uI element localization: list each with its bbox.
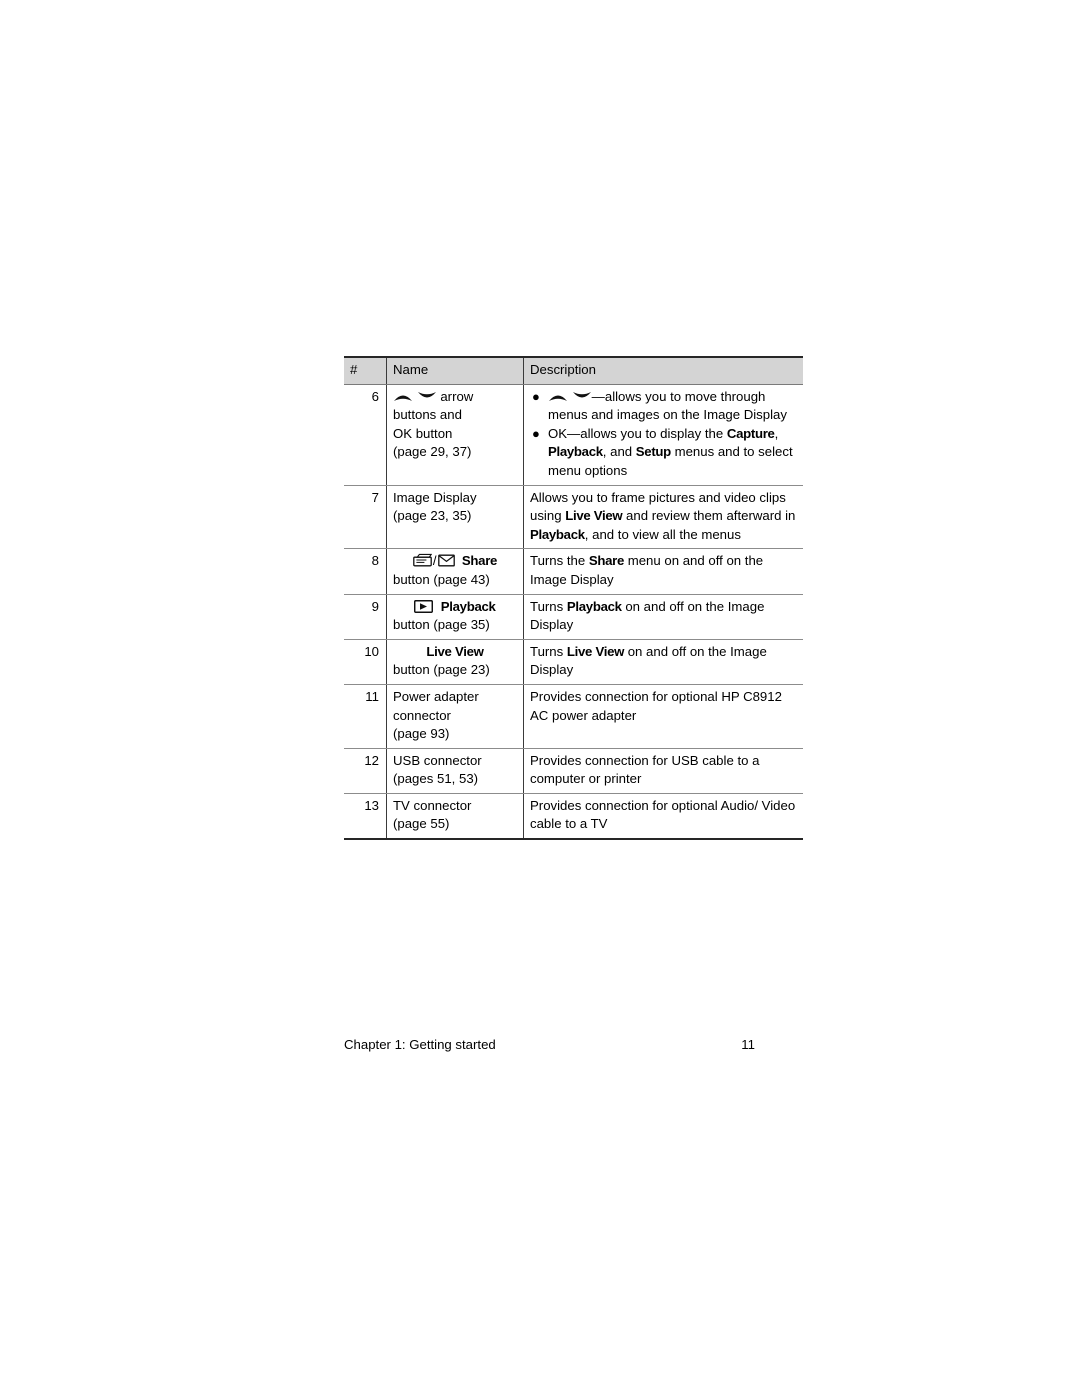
table-row: 10 Live View button (page 23) Turns Live… xyxy=(344,639,803,685)
row-description: Allows you to frame pictures and video c… xyxy=(523,485,803,550)
list-item: ● OK—allows you to display the Capture , … xyxy=(530,425,797,481)
table-row: 8 / Share button (page 43) Turns the Sha… xyxy=(344,548,803,595)
table-row: 11 Power adapter connector (page 93) Pro… xyxy=(344,684,803,749)
name-text: OK button xyxy=(393,425,453,441)
name-text: USB connector xyxy=(393,752,482,768)
description-text: Turns the xyxy=(530,553,589,569)
description-text: OK—allows you to display the xyxy=(548,425,727,441)
row-description: Provides connection for USB cable to a c… xyxy=(523,748,803,794)
row-description: Provides connection for optional HP C891… xyxy=(523,684,803,749)
arrow-down-icon xyxy=(417,391,437,402)
ui-term: Playback xyxy=(548,444,603,460)
row-number: 6 xyxy=(344,384,387,486)
description-text: and review them afterward in xyxy=(622,508,796,524)
name-text: buttons and xyxy=(393,407,462,423)
name-text: arrow xyxy=(440,388,474,404)
row-description: Turns Live View on and off on the Image … xyxy=(523,639,803,685)
name-text: connector xyxy=(393,707,451,723)
name-page-reference: button (page 43) xyxy=(393,571,490,587)
name-text: TV connector xyxy=(393,797,472,813)
row-name: USB connector (pages 51, 53) xyxy=(386,748,524,794)
row-number: 12 xyxy=(344,748,387,794)
row-number: 10 xyxy=(344,639,387,685)
ui-term: Setup xyxy=(635,444,671,460)
name-page-reference: button (page 35) xyxy=(393,617,490,633)
ui-term: Live View xyxy=(565,508,623,524)
play-icon xyxy=(414,599,434,613)
footer-page-number: 11 xyxy=(741,1037,755,1052)
description-text: , and to view all the menus xyxy=(584,526,741,542)
name-page-reference: (page 93) xyxy=(393,726,450,742)
row-number: 7 xyxy=(344,485,387,550)
arrow-up-icon xyxy=(393,391,413,402)
description-text: , and xyxy=(602,444,636,460)
row-number: 13 xyxy=(344,793,387,841)
ui-term: Playback xyxy=(530,526,585,542)
row-description: ● —allows you to move through menus and … xyxy=(523,384,803,486)
name-text: Playback xyxy=(440,598,496,614)
name-page-reference: (pages 51, 53) xyxy=(393,771,479,787)
row-description: Provides connection for optional Audio/ … xyxy=(523,793,803,841)
ui-term: Capture xyxy=(726,425,775,441)
footer-chapter-label: Chapter 1: Getting started xyxy=(344,1037,496,1052)
table-header: # Name Description xyxy=(344,355,803,385)
row-name: / Share button (page 43) xyxy=(386,548,524,595)
name-line-with-icons: Live View xyxy=(393,643,517,662)
name-text: Image Display xyxy=(393,489,477,505)
column-header-number: # xyxy=(344,355,387,385)
description-text: , xyxy=(774,425,779,441)
row-description: Turns the Share menu on and off on the I… xyxy=(523,548,803,595)
row-name: arrow buttons and OK button (page 29, 37… xyxy=(386,384,524,486)
table-row: 7 Image Display (page 23, 35) Allows you… xyxy=(344,485,803,550)
row-name: Power adapter connector (page 93) xyxy=(386,684,524,749)
name-page-reference: (page 23, 35) xyxy=(393,508,472,524)
name-line-with-icons: arrow xyxy=(393,388,517,407)
arrow-down-icon xyxy=(572,391,592,402)
bullet-point-icon: ● xyxy=(532,388,540,404)
name-text: Power adapter xyxy=(393,688,479,704)
row-description: Turns Playback on and off on the Image D… xyxy=(523,594,803,640)
name-page-reference: button (page 23) xyxy=(393,662,490,678)
document-page: # Name Description 6 arrow buttons and O… xyxy=(0,0,1080,1397)
list-item: ● —allows you to move through menus and … xyxy=(530,388,797,425)
printer-icon xyxy=(413,553,433,567)
name-page-reference: (page 29, 37) xyxy=(393,444,472,460)
column-header-description: Description xyxy=(523,355,803,385)
description-text: Turns xyxy=(530,598,567,614)
arrow-up-icon xyxy=(548,391,568,402)
name-text: Share xyxy=(461,553,498,569)
ui-term: Live View xyxy=(566,643,625,659)
ui-term: Share xyxy=(588,553,625,569)
row-name: TV connector (page 55) xyxy=(386,793,524,841)
row-name: Image Display (page 23, 35) xyxy=(386,485,524,550)
column-header-name: Name xyxy=(386,355,524,385)
row-name: Playback button (page 35) xyxy=(386,594,524,640)
description-text: Turns xyxy=(530,643,567,659)
name-line-with-icons: Playback xyxy=(393,598,517,617)
table-row: 12 USB connector (pages 51, 53) Provides… xyxy=(344,748,803,794)
row-name: Live View button (page 23) xyxy=(386,639,524,685)
bullet-point-icon: ● xyxy=(532,425,540,441)
name-line-with-icons: / Share xyxy=(393,552,517,571)
envelope-icon xyxy=(437,554,455,567)
description-bullet-list: ● —allows you to move through menus and … xyxy=(530,388,797,481)
row-number: 8 xyxy=(344,548,387,595)
name-text: Live View xyxy=(426,643,484,659)
table-header-row: # Name Description xyxy=(344,355,803,385)
row-number: 11 xyxy=(344,684,387,749)
table-body: 6 arrow buttons and OK button (page 29, … xyxy=(344,384,803,841)
name-page-reference: (page 55) xyxy=(393,816,450,832)
row-number: 9 xyxy=(344,594,387,640)
table-row: 13 TV connector (page 55) Provides conne… xyxy=(344,793,803,841)
camera-parts-table: # Name Description 6 arrow buttons and O… xyxy=(344,355,803,841)
ui-term: Playback xyxy=(566,598,622,614)
table-row: 9 Playback button (page 35) Turns Playba… xyxy=(344,594,803,640)
table-row: 6 arrow buttons and OK button (page 29, … xyxy=(344,384,803,486)
